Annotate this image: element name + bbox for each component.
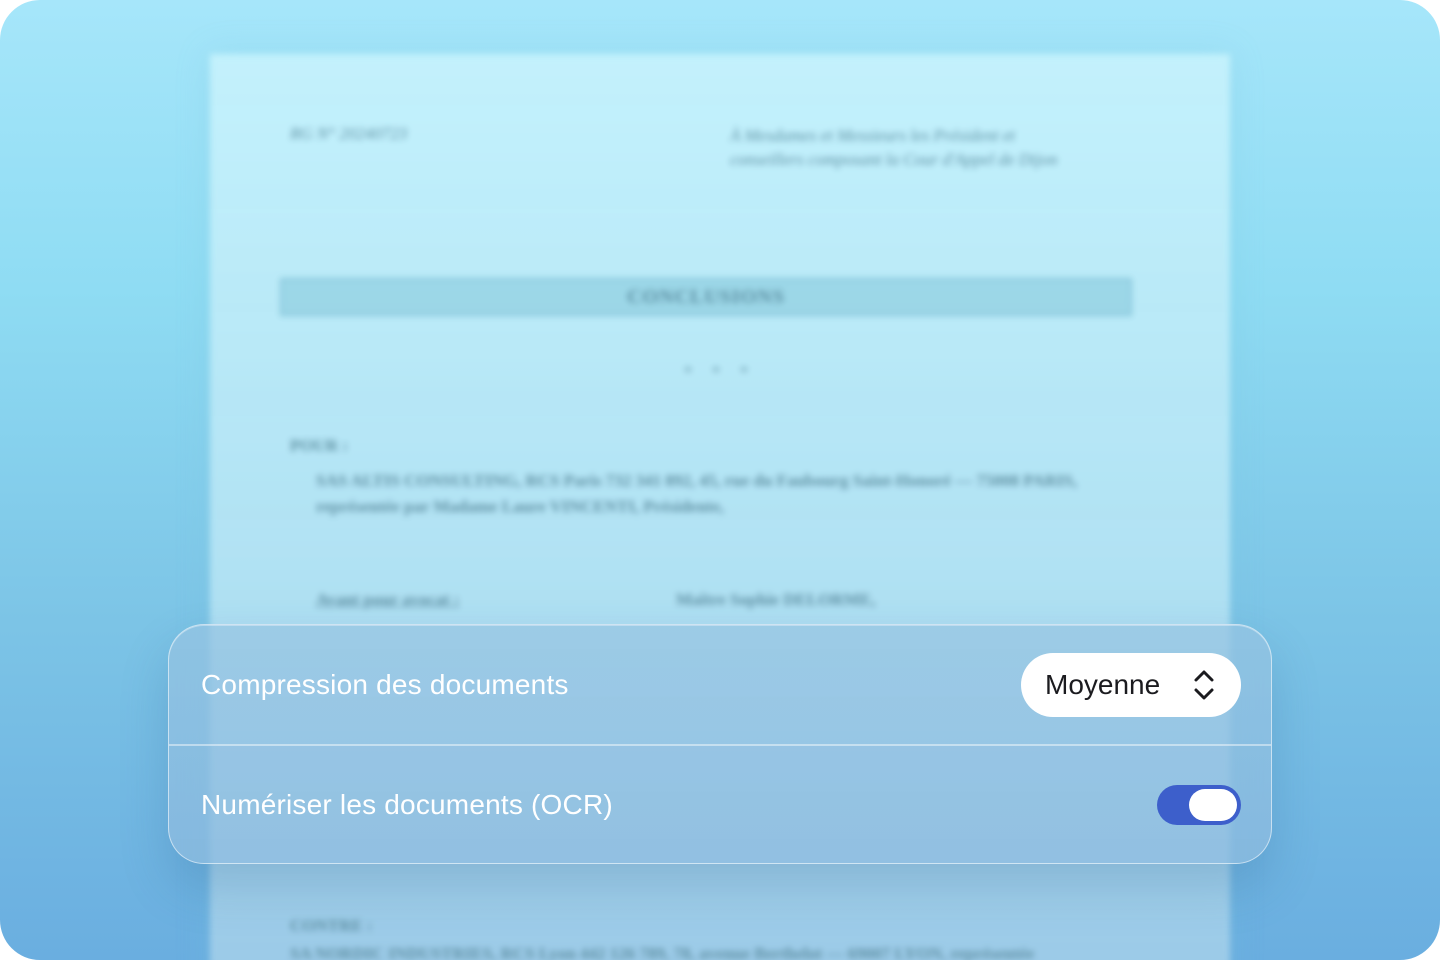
document-pour-label: POUR :	[290, 436, 349, 455]
settings-panel: Compression des documents Moyenne Numéri…	[168, 624, 1272, 864]
document-separator: * * *	[684, 364, 756, 381]
chevron-up-down-icon	[1193, 668, 1215, 702]
document-party: SAS ALTIS CONSULTING, RCS Paris 732 341 …	[316, 471, 1078, 516]
document-counsel-name: Maître Sophie DELORME,	[676, 590, 876, 609]
app-frame: RG N° 20240723 À Mesdames et Messieurs l…	[0, 0, 1440, 960]
document-title: CONCLUSIONS	[280, 278, 1132, 316]
compression-value: Moyenne	[1045, 668, 1161, 700]
ocr-label: Numériser les documents (OCR)	[201, 789, 613, 820]
chevron-up-down-svg	[1194, 670, 1214, 699]
document-reference: RG N° 20240723	[290, 124, 408, 143]
document-contre-label: CONTRE :	[290, 916, 373, 935]
compression-select[interactable]: Moyenne	[1021, 652, 1241, 717]
compression-label: Compression des documents	[201, 668, 569, 700]
ocr-toggle[interactable]	[1157, 785, 1241, 825]
ocr-setting-row: Numériser les documents (OCR)	[169, 746, 1271, 864]
document-addressee: À Mesdames et Messieurs les Président et…	[730, 126, 1058, 169]
document-opposing-party: SA NORDIC INDUSTRIES, RCS Lyon 442 126 7…	[290, 944, 1035, 960]
compression-setting-row: Compression des documents Moyenne	[169, 625, 1271, 744]
ocr-toggle-knob	[1189, 789, 1237, 821]
document-counsel-label: Ayant pour avocat :	[316, 590, 460, 609]
